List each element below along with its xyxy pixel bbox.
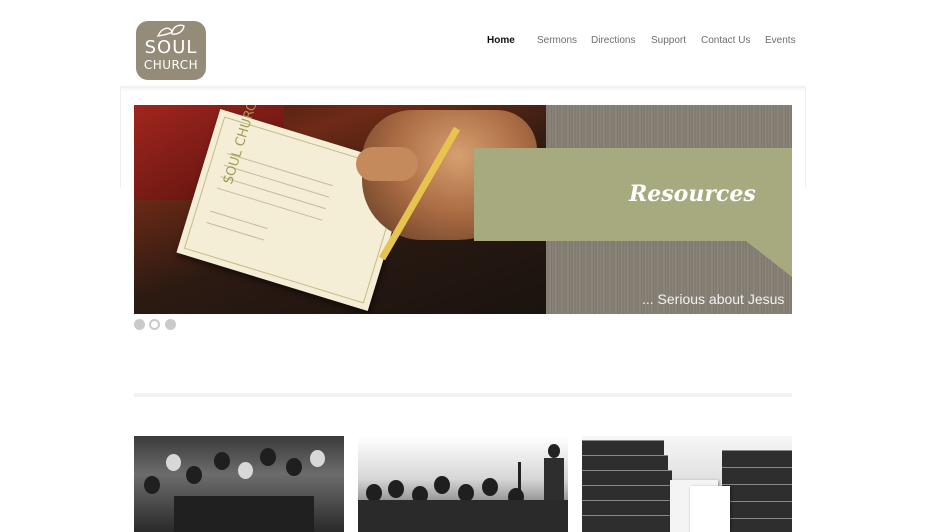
logo-text-church: CHURCH bbox=[143, 58, 199, 72]
nav-sermons[interactable]: Sermons bbox=[537, 34, 577, 48]
slider-dot-1[interactable] bbox=[134, 319, 145, 330]
thumbnail-sermon[interactable] bbox=[358, 436, 568, 532]
slide-tagline: ... Serious about Jesus bbox=[642, 291, 785, 307]
banner-tail bbox=[746, 241, 792, 277]
soul-church-logo[interactable]: SOUL CHURCH bbox=[136, 21, 206, 80]
nav-support[interactable]: Support bbox=[651, 34, 686, 48]
thumbnail-resources[interactable] bbox=[582, 436, 792, 532]
slide-title: Resources bbox=[629, 181, 756, 207]
resource-card-2 bbox=[690, 486, 730, 532]
header-divider bbox=[120, 86, 806, 88]
content-border-left bbox=[120, 88, 121, 188]
main-nav: Home Sermons Directions Support Contact … bbox=[0, 34, 931, 48]
hero-slider[interactable]: SOUL CHURCH Resources ... Serious about … bbox=[134, 105, 792, 314]
nav-directions[interactable]: Directions bbox=[591, 34, 635, 48]
content-border-right bbox=[805, 88, 806, 188]
nav-home[interactable]: Home bbox=[487, 34, 515, 48]
nav-contact-us[interactable]: Contact Us bbox=[701, 34, 750, 48]
nav-events[interactable]: Events bbox=[765, 34, 796, 48]
section-divider bbox=[134, 393, 792, 397]
thumbnail-community[interactable] bbox=[134, 436, 344, 532]
slider-dot-2[interactable] bbox=[149, 319, 160, 330]
slider-dot-3[interactable] bbox=[165, 319, 176, 330]
hand-thumb bbox=[356, 147, 418, 181]
